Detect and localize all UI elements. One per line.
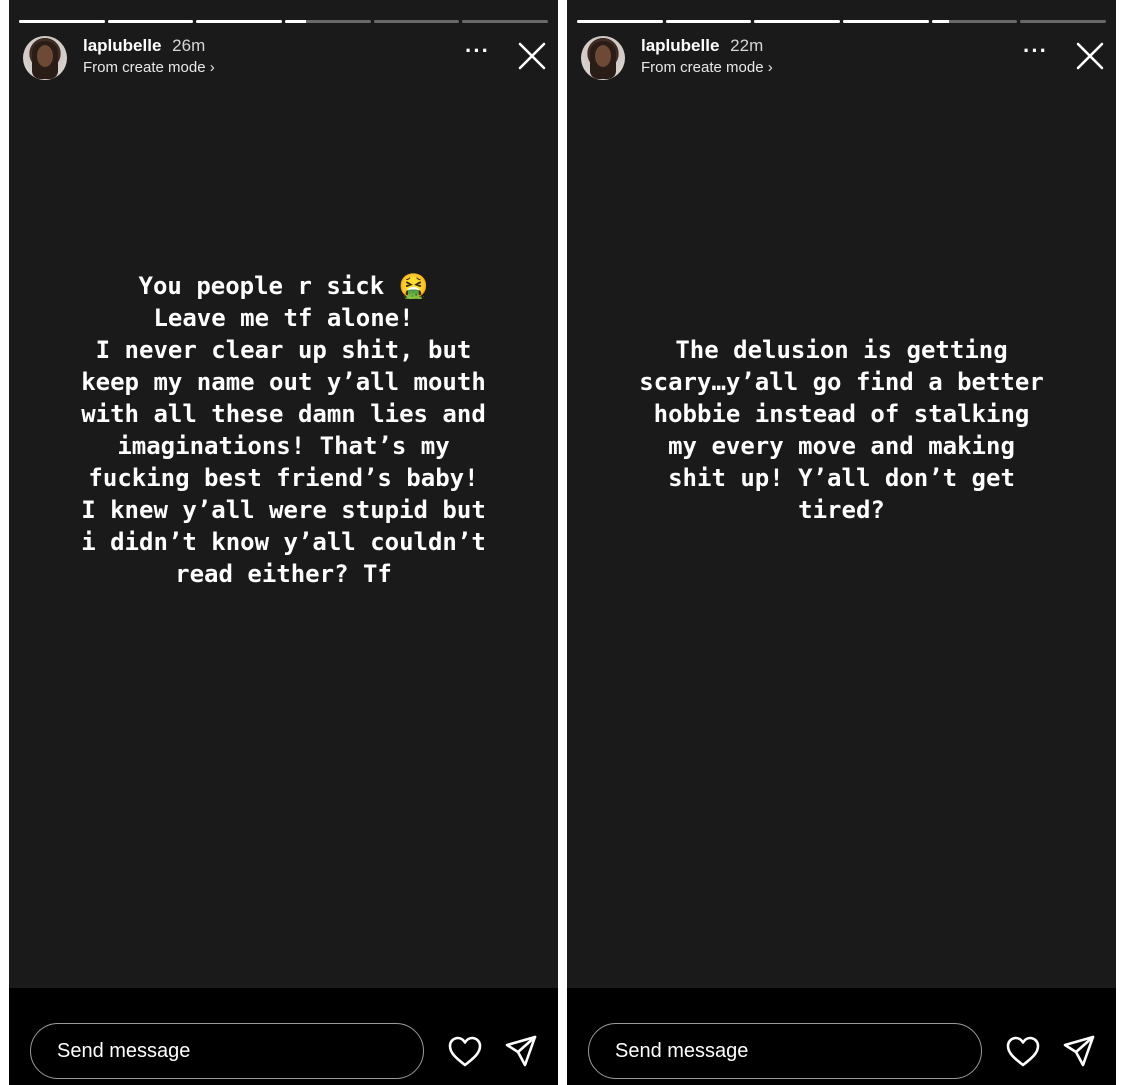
story-content[interactable]: laplubelle 22m From create mode › ··· Th… [567,0,1116,988]
post-time: 26m [172,36,206,55]
send-icon[interactable] [1062,1034,1096,1068]
progress-segment [1020,20,1107,23]
progress-segment [665,20,752,23]
heart-icon[interactable] [448,1036,482,1068]
more-options-button[interactable]: ··· [465,38,490,64]
story-progress-bar [577,20,1107,23]
story-content[interactable]: laplubelle 26m From create mode › ··· Yo… [9,0,558,988]
story-panel-right: laplubelle 22m From create mode › ··· Th… [567,0,1116,1085]
username[interactable]: laplubelle [83,36,161,55]
heart-icon[interactable] [1006,1036,1040,1068]
progress-segment [107,20,194,23]
story-header: laplubelle 26m From create mode › ··· [23,34,548,82]
send-message-input[interactable] [588,1023,982,1079]
progress-segment [373,20,460,23]
reply-bar [9,988,558,1085]
story-progress-bar [19,20,549,23]
progress-segment [196,20,283,23]
user-line: laplubelle 26m [83,36,205,56]
reply-bar [567,988,1116,1085]
progress-segment [19,20,105,23]
create-mode-link[interactable]: From create mode › [83,59,215,76]
close-icon[interactable] [516,40,548,72]
post-time: 22m [730,36,764,55]
progress-segment [462,20,549,23]
create-mode-link[interactable]: From create mode › [641,59,773,76]
username[interactable]: laplubelle [641,36,719,55]
user-line: laplubelle 22m [641,36,763,56]
progress-segment [931,20,1018,23]
progress-segment [754,20,841,23]
story-comparison: laplubelle 26m From create mode › ··· Yo… [0,0,1125,1085]
story-text: You people r sick 🤮 Leave me tf alone! I… [81,272,486,588]
avatar[interactable] [23,36,67,80]
progress-segment [285,20,371,23]
progress-segment [843,20,929,23]
story-text: The delusion is getting scary…y’all go f… [639,336,1044,524]
send-message-input[interactable] [30,1023,424,1079]
avatar[interactable] [581,36,625,80]
send-icon[interactable] [504,1034,538,1068]
more-options-button[interactable]: ··· [1023,38,1048,64]
story-header: laplubelle 22m From create mode › ··· [581,34,1106,82]
story-panel-left: laplubelle 26m From create mode › ··· Yo… [9,0,558,1085]
progress-segment [577,20,663,23]
close-icon[interactable] [1074,40,1106,72]
